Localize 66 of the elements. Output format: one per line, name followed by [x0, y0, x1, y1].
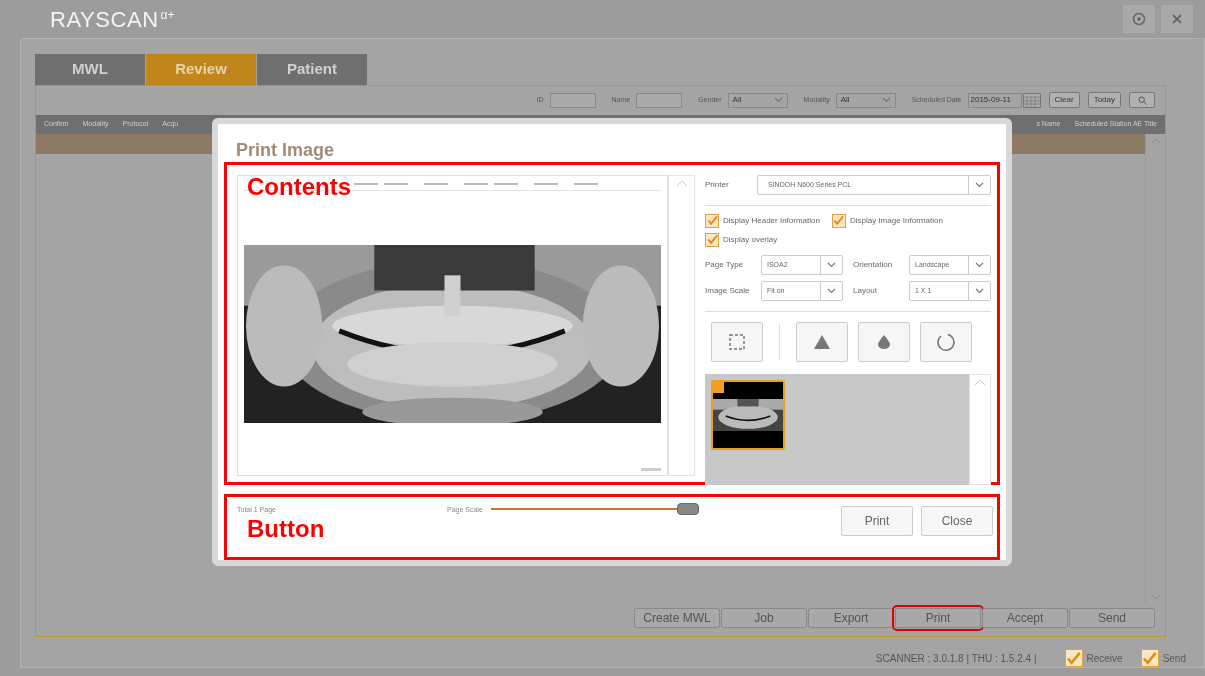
scroll-up-icon[interactable]: [974, 378, 986, 386]
scroll-up-icon[interactable]: [1150, 137, 1161, 144]
settings-icon[interactable]: [1123, 5, 1155, 33]
checkbox[interactable]: [831, 213, 846, 228]
checkbox-label: Send: [1162, 651, 1186, 666]
action-button[interactable]: Accept: [982, 608, 1068, 628]
rotate-icon[interactable]: [920, 321, 972, 362]
chevron-down-icon: [773, 97, 783, 104]
action-button[interactable]: Job: [721, 608, 807, 628]
setting-label: Layout: [853, 284, 879, 297]
search-icon[interactable]: [1129, 92, 1155, 109]
chevron-down-icon: [827, 287, 836, 294]
filter-dropdown[interactable]: All: [835, 92, 896, 108]
dialog-button[interactable]: Print: [841, 506, 913, 537]
selection-marker-icon: [713, 381, 724, 393]
slider-thumb[interactable]: [676, 503, 699, 516]
checkmark-icon: [1066, 650, 1081, 666]
action-button[interactable]: Create MWL: [634, 608, 720, 628]
filter-field[interactable]: [636, 92, 683, 108]
app-logo: RAYSCAN: [50, 5, 159, 34]
drop-icon[interactable]: [858, 321, 910, 362]
filter-dropdown[interactable]: All: [727, 92, 788, 108]
action-button[interactable]: Export: [808, 608, 894, 628]
calendar-icon[interactable]: [1022, 92, 1041, 108]
crop-icon[interactable]: [711, 321, 763, 362]
filter-button[interactable]: Clear: [1048, 92, 1080, 109]
dialog-title: Print Image: [236, 140, 335, 160]
checkbox[interactable]: [705, 213, 719, 228]
checkmark-icon: [833, 215, 845, 227]
checkbox-label: Display Image Information: [849, 214, 943, 227]
chevron-down-icon: [881, 97, 891, 104]
checkbox-label: Display Header Information: [723, 214, 820, 227]
annotation-label: Button: [247, 517, 325, 542]
chevron-down-icon: [975, 287, 984, 294]
thumbnail[interactable]: [711, 379, 785, 450]
annotation-label: Contents: [247, 174, 351, 199]
setting-label: Page Type: [705, 258, 745, 271]
printer-label: Printer: [705, 178, 730, 191]
date-field[interactable]: 2015-09-11: [967, 92, 1022, 108]
setting-label: Image Scale: [705, 284, 751, 297]
dialog-button[interactable]: Close: [921, 506, 993, 537]
checkmark-icon: [706, 234, 718, 246]
checkbox[interactable]: [705, 232, 719, 247]
filter-field[interactable]: [549, 92, 596, 108]
chevron-down-icon: [827, 261, 836, 268]
chevron-down-icon: [975, 181, 984, 188]
filter-button[interactable]: Today: [1087, 92, 1121, 109]
tab[interactable]: MWL: [35, 54, 145, 85]
action-button[interactable]: Send: [1069, 608, 1155, 628]
checkbox-label: Display overlay: [723, 233, 778, 246]
tab[interactable]: Patient: [257, 54, 367, 85]
close-icon[interactable]: [1161, 5, 1193, 33]
setting-label: Orientation: [853, 258, 894, 271]
checkmark-icon: [706, 215, 718, 227]
app-logo-suffix: α+: [160, 7, 175, 24]
scroll-down-icon[interactable]: [1150, 594, 1161, 600]
checkmark-icon: [1142, 650, 1158, 666]
version-text: SCANNER : 3.0.1.8 | THU : 1.5.2.4 |: [875, 651, 1037, 666]
checkbox[interactable]: [1064, 649, 1083, 667]
page-scale-slider[interactable]: [490, 503, 696, 516]
checkbox[interactable]: [1140, 649, 1159, 667]
checkbox-label: Receive: [1086, 651, 1123, 666]
footer-mark-icon: [641, 468, 661, 473]
scroll-up-icon[interactable]: [675, 179, 688, 187]
chevron-down-icon: [975, 261, 984, 268]
action-button[interactable]: Print: [895, 608, 981, 628]
